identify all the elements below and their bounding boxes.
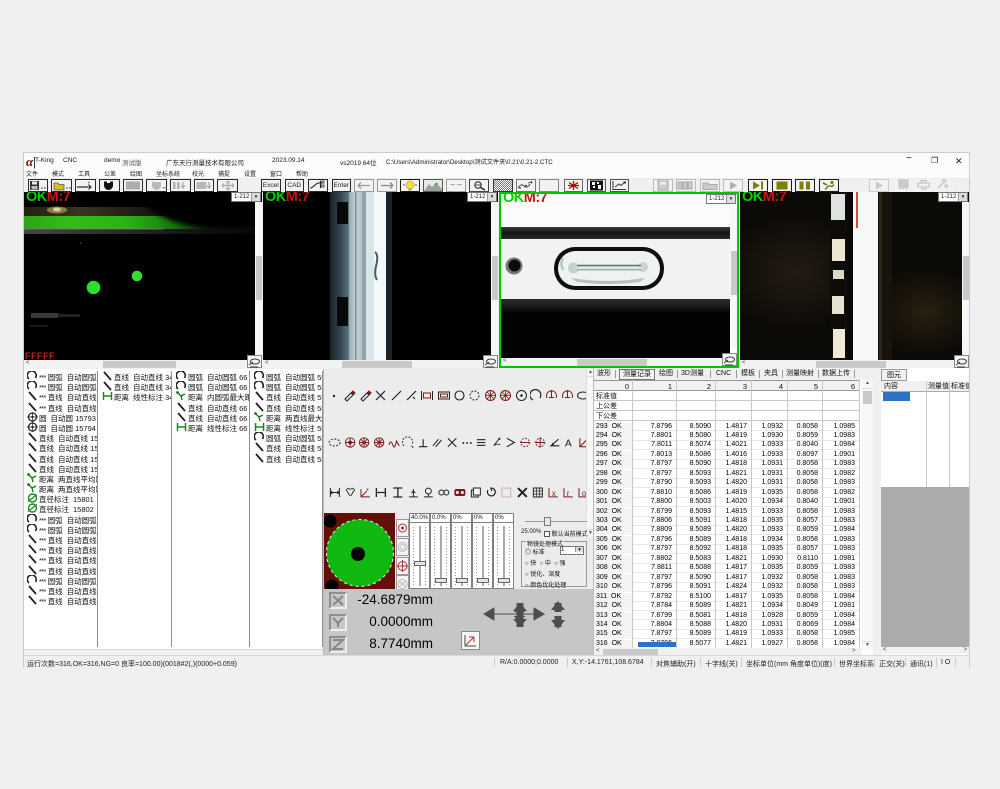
svg-text:x: x bbox=[552, 488, 556, 497]
svg-text:A: A bbox=[565, 438, 572, 448]
svg-text:r: r bbox=[567, 488, 570, 497]
